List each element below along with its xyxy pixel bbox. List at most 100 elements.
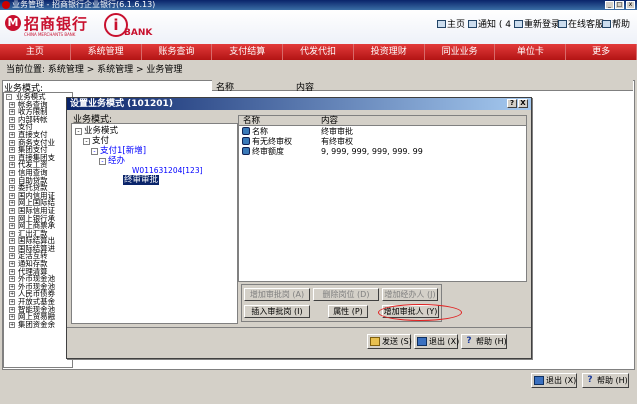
expand-icon[interactable]: + — [9, 200, 15, 207]
bg-col-content: 内容 — [296, 83, 315, 93]
help-question-icon: ? — [466, 336, 472, 346]
expand-icon[interactable]: + — [9, 245, 15, 252]
expand-icon[interactable]: + — [9, 169, 15, 176]
expand-icon[interactable]: + — [9, 131, 15, 138]
nav-item-more[interactable]: 更多 — [566, 44, 637, 60]
window-close-button[interactable]: x — [626, 1, 635, 9]
add-approval-post-button[interactable]: 增加审批岗 (A) — [244, 288, 310, 301]
dialog-property-grid: 名称 内容 名称 终审审批 有无终审权 有终审权 终审额度 9, 999, 99… — [238, 115, 527, 282]
home-link[interactable]: 主页 — [437, 17, 465, 30]
breadcrumb: 当前位置: 系统管理 > 系统管理 > 业务管理 — [6, 65, 183, 75]
tree-node-handler[interactable]: - 经办 — [99, 156, 125, 166]
tree-item[interactable]: + 内部转帐 — [4, 115, 72, 124]
table-row[interactable]: 有无终审权 — [242, 137, 292, 147]
expand-icon[interactable]: + — [9, 192, 15, 199]
tree-node-pay[interactable]: - 支付 — [83, 136, 109, 146]
nav-item-payment[interactable]: 支付结算 — [212, 44, 284, 60]
notice-link[interactable]: 通知 ( 4 ) — [468, 17, 517, 30]
bg-grid-header: 名称 内容 — [212, 80, 633, 93]
collapse-icon[interactable]: - — [91, 148, 98, 155]
dialog-titlebar: 设置业务模式 (101201) ? X — [67, 98, 531, 110]
table-cell: 9, 999, 999, 999, 999. 99 — [321, 147, 423, 156]
dialog-exit-button[interactable]: 退出 (X) — [414, 334, 459, 349]
home-icon — [437, 20, 446, 28]
expand-icon[interactable]: + — [9, 268, 15, 275]
collapse-icon[interactable]: - — [83, 138, 90, 145]
expand-icon[interactable]: + — [9, 116, 15, 123]
delete-post-button[interactable]: 删除岗位 (D) — [313, 288, 379, 301]
expand-icon[interactable]: + — [9, 162, 15, 169]
nav-item-payroll[interactable]: 代发代扣 — [283, 44, 354, 60]
business-mode-tree[interactable]: - 业务模式 + 帐务查询 + 收方限制 + 内部转帐 + 支付 + 直接支付 + 商务支付业 + 集团支付… — [3, 92, 73, 368]
help-question-icon: ? — [587, 375, 593, 385]
relogin-icon — [514, 20, 523, 28]
expand-icon[interactable]: + — [9, 139, 15, 146]
help-icon — [602, 20, 611, 28]
nav-item-interbank[interactable]: 同业业务 — [425, 44, 496, 60]
expand-icon[interactable]: + — [9, 207, 15, 214]
expand-icon[interactable]: + — [9, 299, 15, 306]
collapse-icon[interactable]: - — [99, 158, 106, 165]
tree-node-pay1[interactable]: - 支付1[新增] — [91, 146, 146, 156]
expand-icon[interactable]: + — [9, 101, 15, 108]
expand-icon[interactable]: + — [9, 124, 15, 131]
ibank-logo-text: BANK — [124, 28, 153, 38]
expand-icon[interactable]: + — [9, 238, 15, 245]
nav-item-system[interactable]: 系统管理 — [71, 44, 142, 60]
expand-icon[interactable]: + — [9, 223, 15, 230]
expand-icon[interactable]: + — [9, 321, 15, 328]
app-icon — [2, 1, 10, 9]
expand-icon[interactable]: + — [9, 215, 15, 222]
expand-icon[interactable]: + — [9, 261, 15, 268]
bank-logo-icon: M — [5, 15, 21, 31]
tree-node-approver-selected[interactable]: 终审审批 — [123, 175, 160, 185]
dialog-close-button[interactable]: X — [518, 99, 528, 108]
expand-icon[interactable]: + — [9, 109, 15, 116]
footer-exit-button[interactable]: 退出 (X) — [531, 373, 577, 388]
attribute-button[interactable]: 属性 (P) — [328, 305, 368, 318]
collapse-icon[interactable]: - — [75, 128, 82, 135]
expand-icon[interactable]: + — [9, 314, 15, 321]
nav-item-home[interactable]: 主页 — [0, 44, 71, 60]
bank-logo-text: 招商银行 — [24, 15, 89, 33]
mail-icon — [468, 20, 477, 28]
table-row[interactable]: 终审额度 — [242, 147, 284, 157]
nav-item-card[interactable]: 单位卡 — [495, 44, 567, 60]
dialog-mode-tree[interactable]: - 业务模式 - 支付 - 支付1[新增] - 经办 W011631204[123] 终… — [71, 123, 238, 324]
expand-icon[interactable]: + — [9, 306, 15, 313]
window-titlebar: 业务管理 - 招商银行企业银行(6.1.6.13) _ □ x — [0, 0, 637, 10]
expand-icon[interactable]: + — [9, 154, 15, 161]
bg-col-name: 名称 — [216, 83, 235, 93]
expand-icon[interactable]: + — [9, 230, 15, 237]
dialog-help-bottom-button[interactable]: ? 帮助 (H) — [461, 334, 507, 349]
expand-icon[interactable]: + — [9, 147, 15, 154]
tree-item[interactable]: + 集团资金余 — [4, 321, 72, 329]
expand-icon[interactable]: + — [9, 291, 15, 298]
tree-item-label: 集团资金余 — [18, 319, 55, 329]
send-button[interactable]: 发送 (S) — [367, 334, 412, 349]
expand-icon[interactable]: + — [9, 276, 15, 283]
expand-icon[interactable]: + — [9, 253, 15, 260]
expand-icon[interactable]: + — [9, 177, 15, 184]
send-icon — [370, 337, 380, 346]
add-handler-button[interactable]: 增加经办人 (J) — [382, 288, 438, 301]
footer-help-button[interactable]: ? 帮助 (H) — [582, 373, 629, 388]
expand-icon[interactable]: + — [9, 185, 15, 192]
collapse-icon[interactable]: - — [6, 94, 12, 100]
property-icon — [242, 137, 250, 145]
dialog-help-button[interactable]: ? — [507, 99, 517, 108]
relogin-link[interactable]: 重新登录 — [514, 17, 560, 30]
tree-node-root[interactable]: - 业务模式 — [75, 126, 118, 136]
maximize-button[interactable]: □ — [615, 1, 624, 9]
nav-item-invest[interactable]: 投资理财 — [354, 44, 425, 60]
expand-icon[interactable]: + — [9, 283, 15, 290]
dialog-bottom-separator — [67, 327, 531, 328]
minimize-button[interactable]: _ — [605, 1, 614, 9]
online-service-link[interactable]: 在线客服 — [558, 17, 604, 30]
nav-item-accounts[interactable]: 账务查询 — [142, 44, 213, 60]
table-row[interactable]: 名称 — [242, 127, 268, 137]
set-business-mode-dialog: 设置业务模式 (101201) ? X 业务模式: - 业务模式 - 支付 - 支付1… — [66, 97, 532, 359]
table-cell: 有终审权 — [321, 137, 353, 146]
insert-approval-post-button[interactable]: 插入审批岗 (I) — [244, 305, 310, 318]
help-link[interactable]: 帮助 — [602, 17, 630, 30]
